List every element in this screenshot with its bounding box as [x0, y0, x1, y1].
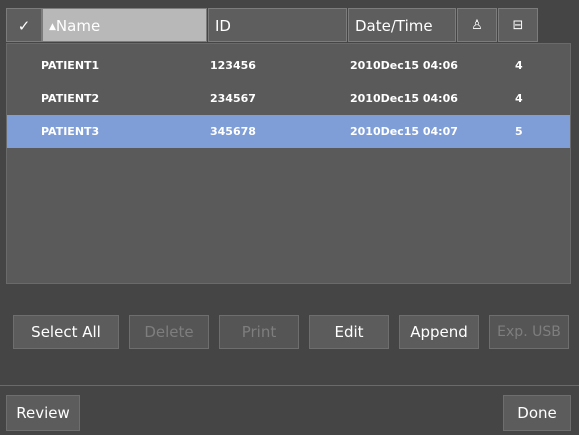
patient-id: 345678 — [210, 125, 256, 138]
column-header-name-label: Name — [55, 17, 101, 35]
table-row[interactable]: PATIENT1 123456 2010Dec15 04:06 4 — [7, 49, 570, 82]
patient-name: PATIENT3 — [41, 125, 100, 138]
column-header-date-label: Date/Time — [355, 17, 433, 35]
column-header-id[interactable]: ID — [208, 8, 347, 42]
image-count: 4 — [515, 92, 523, 105]
column-header-name[interactable]: ▲Name — [42, 8, 207, 42]
exam-date: 2010Dec15 04:07 — [350, 125, 458, 138]
table-row-selected[interactable]: PATIENT3 345678 2010Dec15 04:07 5 — [7, 115, 570, 148]
patient-name: PATIENT2 — [41, 92, 100, 105]
image-count: 4 — [515, 59, 523, 72]
sort-ascending-icon: ▲ — [49, 22, 56, 32]
table-row[interactable]: PATIENT2 234567 2010Dec15 04:06 4 — [7, 82, 570, 115]
select-all-checkbox-header[interactable]: ✓ — [6, 8, 42, 42]
patient-id: 123456 — [210, 59, 256, 72]
export-usb-button[interactable]: Exp. USB — [489, 315, 569, 349]
edit-button[interactable]: Edit — [309, 315, 389, 349]
review-button[interactable]: Review — [6, 395, 80, 431]
done-button[interactable]: Done — [503, 395, 571, 431]
person-icon: ♙ — [471, 18, 483, 33]
select-all-button[interactable]: Select All — [13, 315, 119, 349]
column-header-person[interactable]: ♙ — [457, 8, 497, 42]
patient-list: PATIENT1 123456 2010Dec15 04:06 4 PATIEN… — [6, 43, 571, 284]
print-button[interactable]: Print — [219, 315, 299, 349]
image-count: 5 — [515, 125, 523, 138]
append-button[interactable]: Append — [399, 315, 479, 349]
exam-date: 2010Dec15 04:06 — [350, 59, 458, 72]
column-header-date[interactable]: Date/Time — [348, 8, 456, 42]
patient-list-window: ✓ ▲Name ID Date/Time ♙ ⊟ PATIENT1 123456… — [0, 0, 579, 435]
patient-id: 234567 — [210, 92, 256, 105]
column-header-id-label: ID — [215, 17, 231, 35]
delete-button[interactable]: Delete — [129, 315, 209, 349]
column-header-images[interactable]: ⊟ — [498, 8, 538, 42]
disk-icon: ⊟ — [512, 18, 524, 33]
exam-date: 2010Dec15 04:06 — [350, 92, 458, 105]
divider — [0, 385, 579, 386]
patient-name: PATIENT1 — [41, 59, 100, 72]
check-icon: ✓ — [17, 17, 31, 35]
